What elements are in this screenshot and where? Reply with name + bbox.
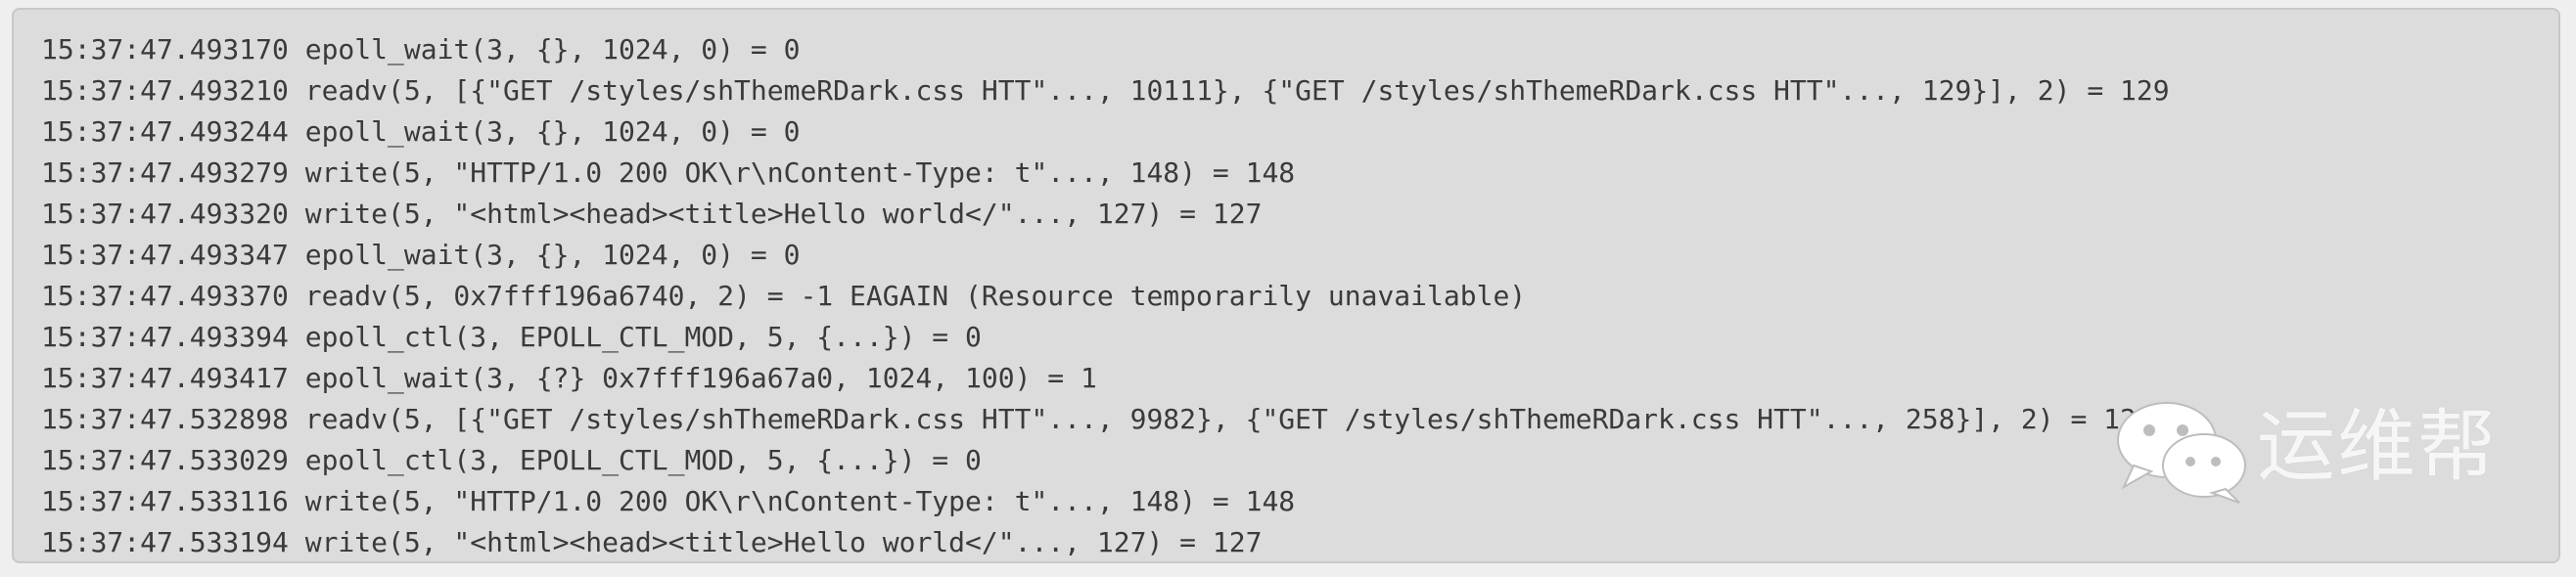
watermark-text: 运维帮 (2257, 401, 2498, 492)
log-line: 15:37:47.493244 epoll_wait(3, {}, 1024, … (41, 115, 801, 148)
log-line: 15:37:47.493279 write(5, "HTTP/1.0 200 O… (41, 156, 1296, 189)
code-block: 15:37:47.493170 epoll_wait(3, {}, 1024, … (12, 8, 2560, 563)
log-line: 15:37:47.493320 write(5, "<html><head><t… (41, 198, 1263, 230)
log-line: 15:37:47.493170 epoll_wait(3, {}, 1024, … (41, 33, 801, 66)
log-line: 15:37:47.533029 epoll_ctl(3, EPOLL_CTL_M… (41, 444, 982, 476)
log-line: 15:37:47.533194 write(5, "<html><head><t… (41, 526, 1263, 558)
log-line: 15:37:47.493347 epoll_wait(3, {}, 1024, … (41, 239, 801, 271)
watermark: 运维帮 (2110, 397, 2521, 505)
log-line: 15:37:47.493394 epoll_ctl(3, EPOLL_CTL_M… (41, 321, 982, 353)
log-line: 15:37:47.493210 readv(5, [{"GET /styles/… (41, 74, 2170, 107)
log-line: 15:37:47.533116 write(5, "HTTP/1.0 200 O… (41, 485, 1296, 517)
strace-output: 15:37:47.493170 epoll_wait(3, {}, 1024, … (41, 29, 2170, 561)
log-line: 15:37:47.532898 readv(5, [{"GET /styles/… (41, 403, 2153, 435)
log-line: 15:37:47.493370 readv(5, 0x7fff196a6740,… (41, 280, 1527, 312)
log-line: 15:37:47.493417 epoll_wait(3, {?} 0x7fff… (41, 362, 1097, 394)
